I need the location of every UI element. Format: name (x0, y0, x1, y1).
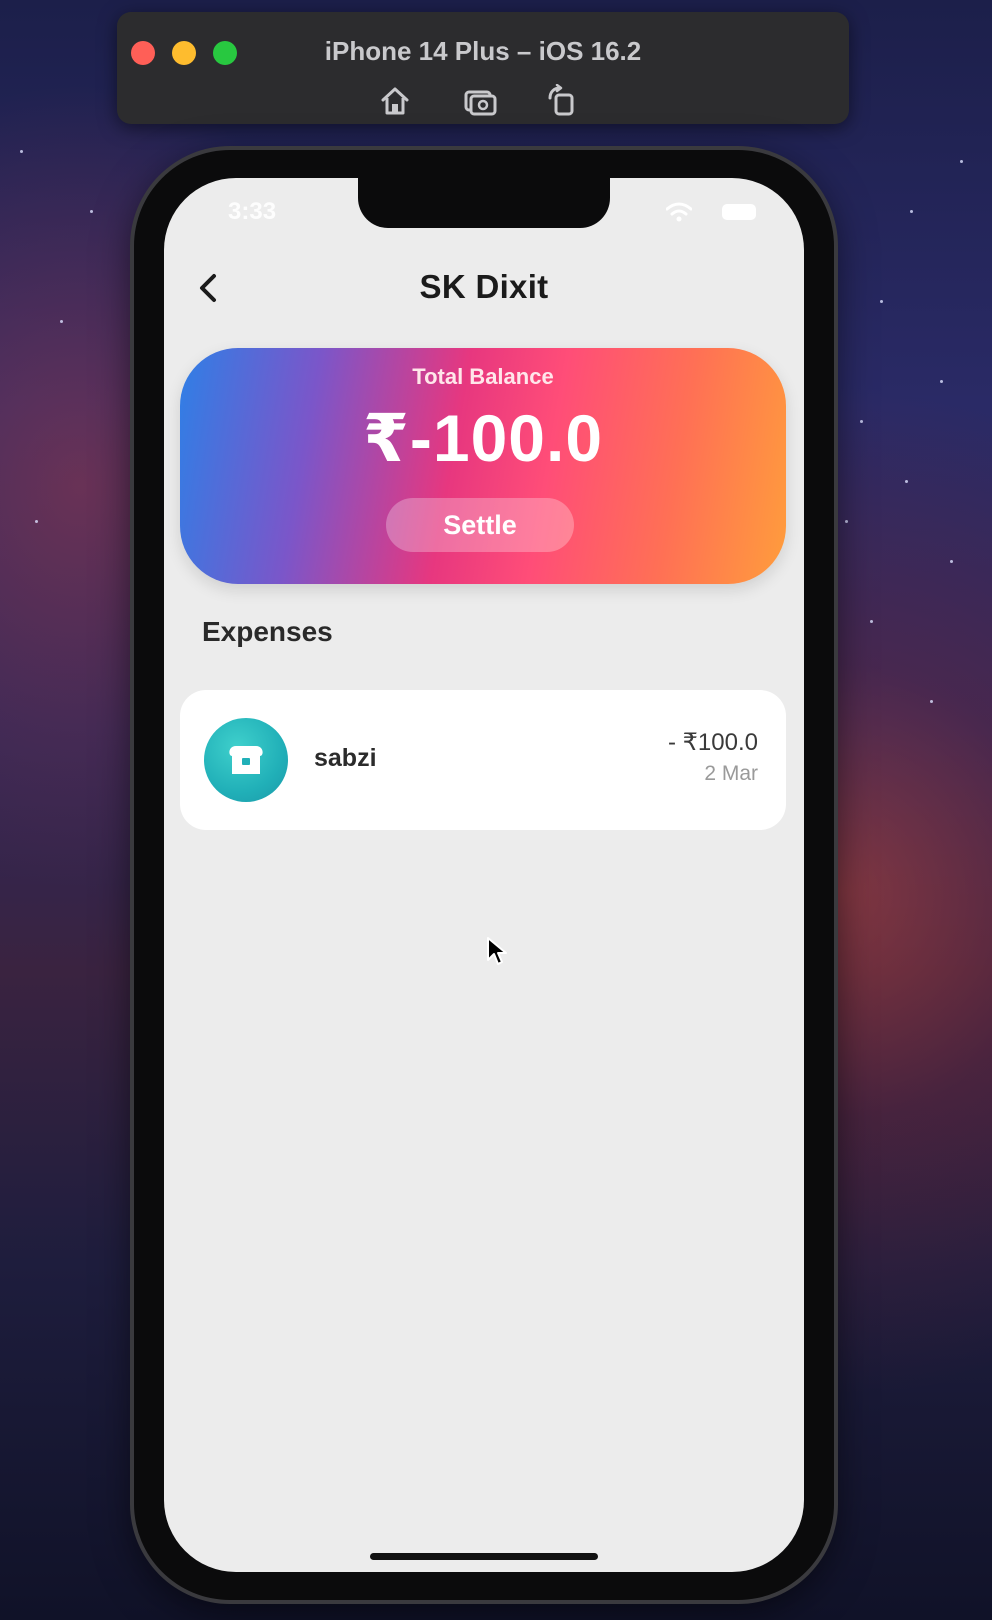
bread-icon (229, 746, 263, 774)
status-indicators (666, 202, 756, 222)
balance-label: Total Balance (412, 364, 554, 389)
expense-list-item[interactable]: sabzi - ₹100.0 2 Mar (180, 690, 786, 830)
home-icon[interactable] (378, 84, 412, 118)
simulator-title: iPhone 14 Plus – iOS 16.2 (324, 36, 642, 66)
screenshot-icon[interactable] (463, 84, 497, 118)
expense-date: 2 Mar (704, 762, 758, 785)
expenses-heading: Expenses (202, 616, 333, 647)
notch (358, 178, 610, 228)
mouse-cursor-icon (487, 937, 507, 965)
page-title: SK Dixit (419, 268, 549, 305)
simulator-toolbar (117, 84, 849, 118)
phone-frame: 3:33 SK Dixit Total Balance ₹-100.0 Sett… (134, 150, 834, 1600)
expense-avatar (204, 718, 288, 802)
settle-button[interactable]: Settle (386, 498, 574, 552)
status-time: 3:33 (228, 198, 277, 225)
wifi-icon (666, 202, 692, 222)
expense-amount: - ₹100.0 (668, 729, 758, 756)
simulator-title-bar: iPhone 14 Plus – iOS 16.2 (117, 12, 849, 124)
balance-card: Total Balance ₹-100.0 Settle (180, 348, 786, 584)
balance-value: ₹-100.0 (362, 401, 604, 475)
home-indicator[interactable] (370, 1553, 598, 1560)
phone-screen: 3:33 SK Dixit Total Balance ₹-100.0 Sett… (164, 178, 804, 1572)
battery-icon (722, 204, 756, 220)
rotate-icon[interactable] (545, 84, 579, 118)
expense-name: sabzi (314, 744, 377, 772)
